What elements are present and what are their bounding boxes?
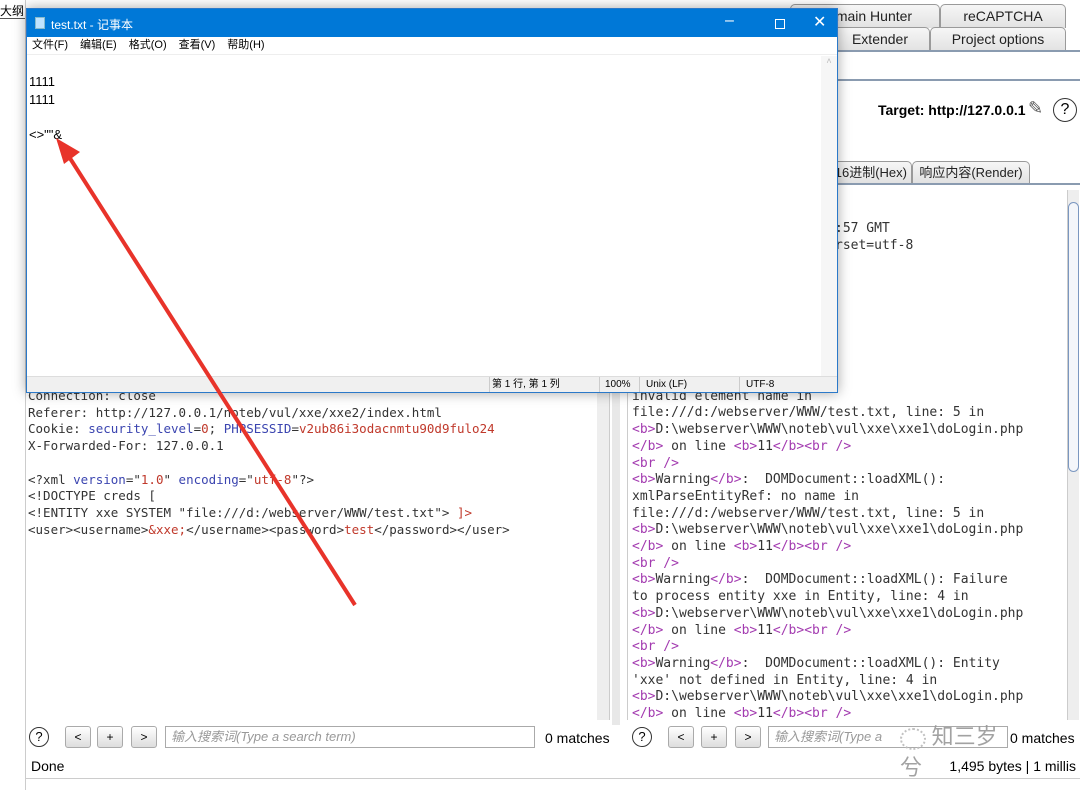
arrow-head (56, 138, 80, 164)
red-arrow-annotation (56, 138, 357, 607)
arrow-shaft (64, 150, 357, 607)
